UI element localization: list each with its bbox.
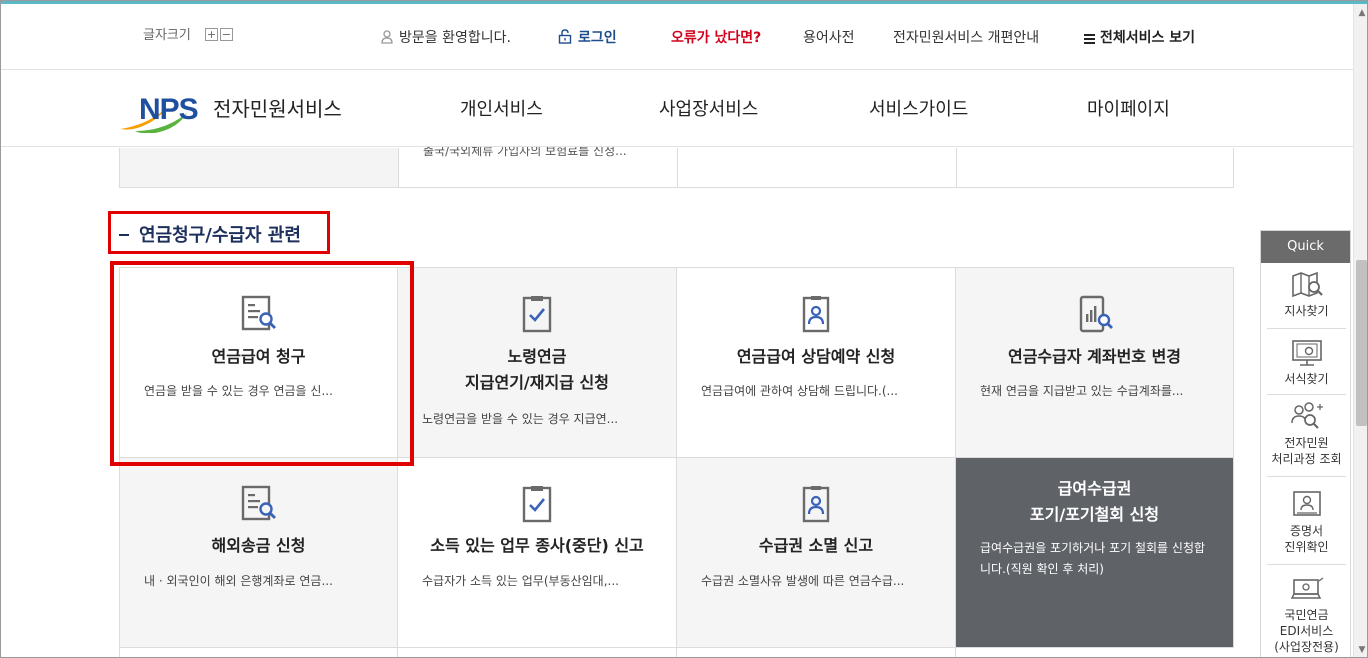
quick-item-label: EDI서비스 (1279, 624, 1334, 638)
nav-personal-service[interactable]: 개인서비스 (460, 95, 543, 121)
card-title: 연금수급자 계좌번호 변경 (1007, 347, 1182, 366)
card-desc: 수급권 소멸사유 발생에 따른 연금수급... (701, 574, 905, 588)
quick-certificate-verify[interactable]: 증명서 진위확인 (1267, 489, 1346, 565)
browser-frame: 글자크기 + − 방문을 환영합니다. 로그인 오류가 났다면? 용어사전 전자민… (0, 0, 1368, 658)
utility-bar: 글자크기 + − 방문을 환영합니다. 로그인 오류가 났다면? 용어사전 전자민… (1, 4, 1353, 70)
previous-card[interactable] (678, 148, 957, 187)
card-title: 급여수급권포기/포기철회 신청 (956, 476, 1233, 528)
monitor-icon (1291, 340, 1322, 366)
previous-card[interactable] (957, 148, 1235, 187)
card-title-line: 급여수급권 (1057, 479, 1132, 498)
quick-item-label: 국민연금 (1284, 608, 1329, 622)
user-icon (381, 30, 393, 44)
card-title-line: 포기/포기철회 신청 (1029, 505, 1160, 524)
font-size-label: 글자크기 (143, 28, 191, 43)
card-waiver-application[interactable]: 급여수급권포기/포기철회 신청 급여수급권을 포기하거나 포기 철회를 신청합니… (956, 458, 1234, 648)
quick-item-label: 지사찾기 (1284, 304, 1329, 318)
quick-item-label: 전자민원 (1284, 436, 1329, 450)
scroll-down-arrow-icon[interactable]: ▼ (1357, 645, 1367, 655)
nav-my-page[interactable]: 마이페이지 (1087, 95, 1170, 121)
card-desc: 현재 연금을 지급받고 있는 수급계좌를... (980, 384, 1184, 398)
quick-item-label: 진위확인 (1284, 540, 1329, 554)
nps-logo[interactable]: NPS 전자민원서비스 (117, 85, 349, 133)
quick-item-label: (사업장전용) (1274, 640, 1339, 654)
font-size-control: 글자크기 + − (143, 24, 233, 43)
nps-logo-mark: NPS (120, 93, 199, 133)
login-link[interactable]: 로그인 (558, 27, 617, 47)
document-search-icon (241, 485, 276, 521)
quick-find-branch[interactable]: 지사찾기 (1267, 271, 1346, 329)
id-card-icon (1292, 491, 1321, 516)
next-card[interactable] (398, 648, 677, 657)
menu-icon (1084, 34, 1095, 44)
site-name: 전자민원서비스 (213, 97, 342, 121)
glossary-link[interactable]: 용어사전 (803, 27, 855, 47)
card-overseas-remittance[interactable]: 해외송금 신청 내 · 외국인이 해외 은행계좌로 연금... (119, 458, 398, 648)
previous-card-row: 출국/국외체류 가입자의 보험료를 신청... (119, 144, 1235, 188)
card-title-line: 지급연기/재지급 신청 (465, 373, 609, 392)
previous-card[interactable]: 출국/국외체류 가입자의 보험료를 신청... (399, 144, 678, 187)
nav-service-guide[interactable]: 서비스가이드 (869, 95, 968, 121)
card-title: 해외송금 신청 (211, 536, 306, 555)
font-minus-button[interactable]: − (219, 28, 233, 41)
lock-icon (558, 29, 572, 44)
card-desc: 내 · 외국인이 해외 은행계좌로 연금... (144, 574, 333, 588)
clipboard-person-icon (802, 486, 830, 523)
card-desc: 노령연금을 받을 수 있는 경우 지급연... (422, 412, 619, 426)
card-title: 연금급여 상담예약 신청 (736, 347, 896, 366)
quick-edi-service[interactable]: 국민연금 EDI서비스 (사업장전용) (1267, 577, 1346, 657)
quick-menu: Quick 지사찾기 서식찾기 전자민원 처리과정 조회 증명서 진위확인 국민… (1260, 230, 1351, 657)
scrollbar-thumb[interactable] (1356, 260, 1367, 426)
nps-logo-letters: NPS (139, 93, 198, 126)
card-entitlement-extinction[interactable]: 수급권 소멸 신고 수급권 소멸사유 발생에 따른 연금수급... (677, 458, 956, 648)
card-income-work-report[interactable]: 소득 있는 업무 종사(중단) 신고 수급자가 소득 있는 업무(부동산임대,.… (398, 458, 677, 648)
card-title-line: 노령연금 (507, 347, 567, 366)
quick-item-label: 서식찾기 (1284, 372, 1329, 386)
vertical-scrollbar[interactable]: ▲ ▼ (1353, 4, 1367, 657)
highlight-box-title (108, 211, 330, 254)
main-navigation: NPS 전자민원서비스 개인서비스 사업장서비스 서비스가이드 마이페이지 (1, 71, 1353, 147)
quick-item-label: 처리과정 조회 (1271, 452, 1342, 466)
clipboard-person-icon (802, 296, 830, 333)
welcome-text: 방문을 환영합니다. (399, 30, 511, 46)
renewal-notice-link[interactable]: 전자민원서비스 개편안내 (893, 27, 1039, 47)
card-title: 소득 있는 업무 종사(중단) 신고 (430, 536, 644, 555)
card-consultation-reservation[interactable]: 연금급여 상담예약 신청 연금급여에 관하여 상담해 드립니다.(... (677, 268, 956, 458)
quick-find-form[interactable]: 서식찾기 (1267, 339, 1346, 395)
quick-item-label: 증명서 (1289, 524, 1324, 538)
edi-computer-icon (1290, 577, 1323, 599)
card-desc: 수급자가 소득 있는 업무(부동산임대,... (422, 574, 619, 588)
clipboard-check-icon (522, 296, 552, 333)
card-desc: 연금급여에 관하여 상담해 드립니다.(... (701, 384, 898, 398)
quick-menu-title: Quick (1261, 231, 1350, 263)
welcome-message: 방문을 환영합니다. (381, 27, 511, 47)
people-search-icon (1290, 402, 1323, 429)
card-desc: 급여수급권을 포기하거나 포기 철회를 신청합니다.(직원 확인 후 처리) (980, 541, 1206, 576)
next-card[interactable] (119, 648, 398, 657)
font-plus-button[interactable]: + (204, 28, 218, 41)
card-account-change[interactable]: 연금수급자 계좌번호 변경 현재 연금을 지급받고 있는 수급계좌를... (956, 268, 1234, 458)
card-title: 노령연금지급연기/재지급 신청 (398, 344, 676, 396)
login-label: 로그인 (578, 30, 617, 46)
previous-card[interactable] (120, 148, 399, 187)
nav-business-service[interactable]: 사업장서비스 (659, 95, 758, 121)
card-title: 수급권 소멸 신고 (758, 536, 874, 555)
all-services-label: 전체서비스 보기 (1100, 30, 1196, 46)
error-report-link[interactable]: 오류가 났다면? (671, 27, 761, 47)
clipboard-check-icon (522, 486, 552, 523)
quick-process-status[interactable]: 전자민원 처리과정 조회 (1267, 401, 1346, 477)
map-search-icon (1291, 271, 1323, 298)
card-old-age-pension-deferral[interactable]: 노령연금지급연기/재지급 신청 노령연금을 받을 수 있는 경우 지급연... (398, 268, 677, 458)
all-services-button[interactable]: 전체서비스 보기 (1084, 27, 1195, 47)
highlight-box-card (110, 261, 414, 466)
scroll-up-arrow-icon[interactable]: ▲ (1357, 8, 1367, 18)
next-card[interactable] (677, 648, 956, 657)
phone-chart-search-icon (1079, 295, 1113, 333)
